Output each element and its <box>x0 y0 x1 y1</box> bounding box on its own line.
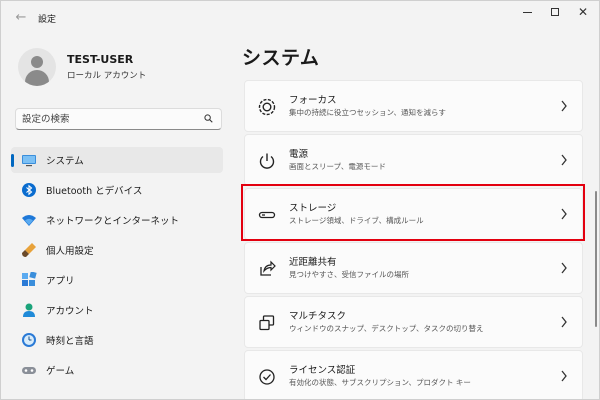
sidebar-item-personalization[interactable]: 個人用設定 <box>11 237 223 263</box>
page-title: システム <box>242 47 320 69</box>
settings-window: ← 設定 ✕ TEST-USER ローカル アカウント システム B <box>0 0 600 400</box>
bluetooth-icon <box>22 183 36 197</box>
maximize-icon <box>551 8 559 16</box>
settings-card-activation[interactable]: ライセンス認証 有効化の状態、サブスクリプション、プロダクト キー <box>244 350 583 399</box>
chevron-right-icon <box>561 262 567 274</box>
card-title: 近距離共有 <box>289 257 337 268</box>
close-icon: ✕ <box>577 5 589 19</box>
user-name: TEST-USER <box>67 53 134 66</box>
settings-card-nearby-sharing[interactable]: 近距離共有 見つけやすさ、受信ファイルの場所 <box>244 242 583 294</box>
search-box[interactable] <box>15 108 222 130</box>
person-icon <box>23 303 35 317</box>
gamepad-icon <box>22 367 36 374</box>
avatar[interactable] <box>18 48 56 86</box>
apps-icon <box>22 272 37 286</box>
clock-globe-icon <box>22 333 36 347</box>
back-arrow-icon[interactable]: ← <box>13 10 29 26</box>
sidebar-item-network[interactable]: ネットワークとインターネット <box>11 207 223 233</box>
sidebar-item-system[interactable]: システム <box>11 147 223 173</box>
sidebar-item-accounts[interactable]: アカウント <box>11 297 223 323</box>
sidebar-item-label: 個人用設定 <box>46 246 94 257</box>
power-icon <box>259 153 275 169</box>
sidebar-item-apps[interactable]: アプリ <box>11 267 223 293</box>
settings-card-power[interactable]: 電源 画面とスリープ、電源モード <box>244 134 583 186</box>
wifi-icon <box>22 215 36 226</box>
card-title: ライセンス認証 <box>289 365 356 376</box>
sidebar-item-label: 時刻と言語 <box>46 336 94 347</box>
brush-icon <box>22 243 36 257</box>
chevron-right-icon <box>561 100 567 112</box>
card-title: 電源 <box>289 149 309 160</box>
search-input[interactable] <box>22 112 202 126</box>
chevron-right-icon <box>561 154 567 166</box>
monitor-icon <box>22 155 36 167</box>
sidebar-item-label: Bluetooth とデバイス <box>46 186 143 197</box>
share-icon <box>260 260 276 276</box>
search-icon[interactable] <box>204 114 213 123</box>
sidebar-item-label: アプリ <box>46 276 75 287</box>
close-button[interactable]: ✕ <box>569 4 597 20</box>
settings-card-focus[interactable]: フォーカス 集中の持続に役立つセッション、通知を減らす <box>244 80 583 132</box>
chevron-right-icon <box>561 316 567 328</box>
maximize-button[interactable] <box>541 4 569 20</box>
settings-card-multitasking[interactable]: マルチタスク ウィンドウのスナップ、デスクトップ、タスクの切り替え <box>244 296 583 348</box>
avatar-body <box>25 70 49 86</box>
card-subtitle: 画面とスリープ、電源モード <box>289 162 386 171</box>
sidebar-item-gaming[interactable]: ゲーム <box>11 357 223 383</box>
multitask-icon <box>259 315 275 331</box>
card-subtitle: ウィンドウのスナップ、デスクトップ、タスクの切り替え <box>289 324 484 333</box>
card-title: マルチタスク <box>289 311 347 322</box>
focus-icon <box>258 98 276 116</box>
sidebar-item-label: ネットワークとインターネット <box>46 216 180 227</box>
account-type: ローカル アカウント <box>67 71 147 81</box>
storage-highlight-box <box>241 184 585 241</box>
avatar-head <box>31 56 43 68</box>
sidebar-item-time-language[interactable]: 時刻と言語 <box>11 327 223 353</box>
card-subtitle: 集中の持続に役立つセッション、通知を減らす <box>289 108 446 117</box>
card-title: フォーカス <box>289 95 337 106</box>
card-subtitle: 見つけやすさ、受信ファイルの場所 <box>289 270 409 279</box>
selected-indicator <box>11 154 14 167</box>
window-title: 設定 <box>38 15 57 25</box>
title-bar: ← 設定 ✕ <box>1 1 599 37</box>
activation-icon <box>259 369 275 385</box>
scrollbar[interactable] <box>595 191 597 327</box>
sidebar-item-label: アカウント <box>46 306 94 317</box>
sidebar-item-label: ゲーム <box>46 366 75 377</box>
sidebar-item-bluetooth[interactable]: Bluetooth とデバイス <box>11 177 223 203</box>
minimize-button[interactable] <box>513 4 541 20</box>
card-subtitle: 有効化の状態、サブスクリプション、プロダクト キー <box>289 378 471 387</box>
sidebar-item-label: システム <box>46 156 84 167</box>
minimize-icon <box>522 11 532 13</box>
chevron-right-icon <box>561 370 567 382</box>
